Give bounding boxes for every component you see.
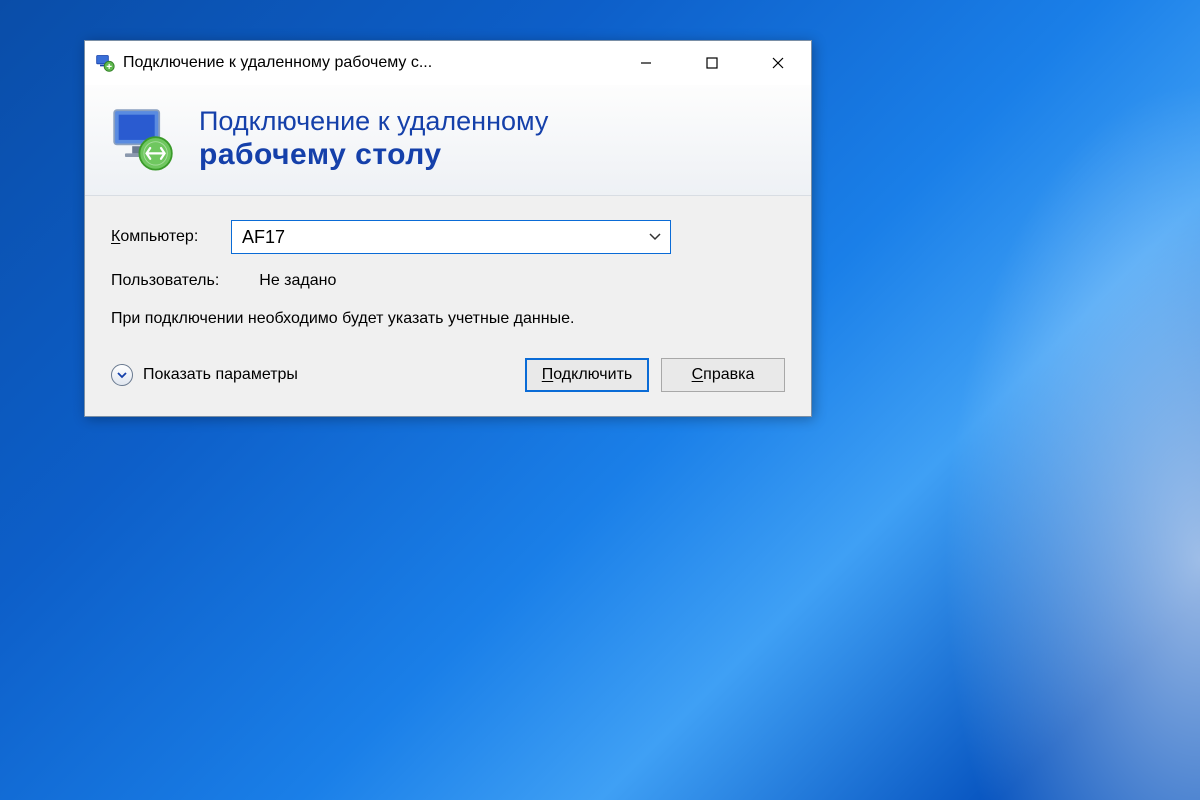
titlebar[interactable]: Подключение к удаленному рабочему с... (85, 41, 811, 85)
banner-heading-2: рабочему столу (199, 137, 548, 173)
connect-button[interactable]: Подключить (525, 358, 649, 392)
show-options-label: Показать параметры (143, 366, 298, 384)
computer-label: Компьютер: (111, 228, 231, 246)
dialog-body: Компьютер: Пользователь: Не задано При п… (85, 196, 811, 416)
credentials-info: При подключении необходимо будет указать… (111, 308, 671, 330)
minimize-button[interactable] (613, 41, 679, 85)
banner-text: Подключение к удаленному рабочему столу (199, 105, 548, 173)
close-button[interactable] (745, 41, 811, 85)
computer-input[interactable] (232, 221, 640, 253)
banner-heading-1: Подключение к удаленному (199, 105, 548, 137)
rdp-icon (107, 103, 179, 175)
app-icon (95, 53, 115, 73)
dialog-footer: Показать параметры Подключить Справка (111, 350, 785, 398)
expand-down-icon (111, 364, 133, 386)
window-controls (613, 41, 811, 85)
window-title: Подключение к удаленному рабочему с... (123, 54, 613, 72)
chevron-down-icon[interactable] (640, 221, 670, 253)
computer-combobox[interactable] (231, 220, 671, 254)
banner: Подключение к удаленному рабочему столу (85, 85, 811, 196)
show-options-toggle[interactable]: Показать параметры (111, 364, 298, 386)
user-label: Пользователь: (111, 272, 219, 290)
help-button[interactable]: Справка (661, 358, 785, 392)
maximize-button[interactable] (679, 41, 745, 85)
rdp-dialog: Подключение к удаленному рабочему с... (84, 40, 812, 417)
user-value: Не задано (259, 272, 336, 290)
